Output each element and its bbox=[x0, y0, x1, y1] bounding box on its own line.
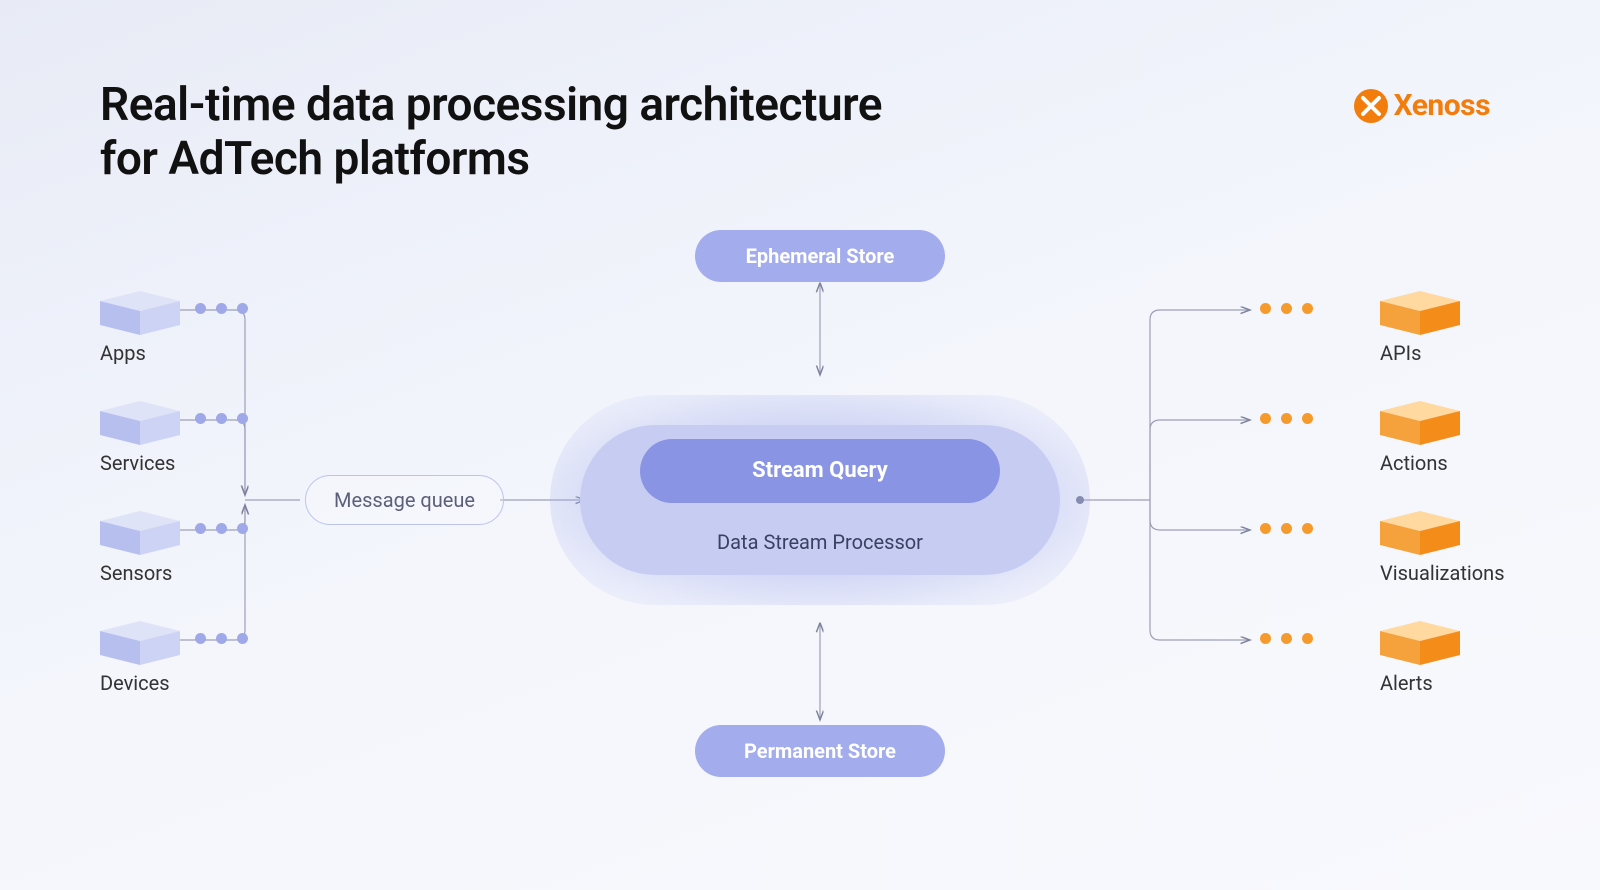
message-queue-label: Message queue bbox=[334, 488, 475, 512]
sink-label: Alerts bbox=[1380, 671, 1520, 695]
stream-query-node: Stream Query bbox=[640, 439, 1000, 503]
title-line-2: for AdTech platforms bbox=[100, 132, 530, 186]
sink-dots-icon bbox=[1260, 303, 1313, 314]
processor-label: Data Stream Processor bbox=[717, 530, 923, 554]
source-dots-icon bbox=[195, 413, 248, 424]
sink-dots-icon bbox=[1260, 523, 1313, 534]
source-dots-icon bbox=[195, 523, 248, 534]
message-queue-node: Message queue bbox=[305, 475, 504, 525]
sink-label: Visualizations bbox=[1380, 561, 1520, 585]
source-label: Services bbox=[100, 451, 175, 475]
sink-label: APIs bbox=[1380, 341, 1520, 365]
sink-label: Actions bbox=[1380, 451, 1520, 475]
stream-query-label: Stream Query bbox=[752, 458, 888, 483]
source-dots-icon bbox=[195, 633, 248, 644]
source-dots-icon bbox=[195, 303, 248, 314]
brand-name: Xenoss bbox=[1394, 88, 1490, 123]
title-line-1: Real-time data processing architecture bbox=[100, 78, 882, 132]
permanent-store-label: Permanent Store bbox=[744, 739, 896, 763]
ephemeral-store-node: Ephemeral Store bbox=[695, 230, 945, 282]
brand-logo-mark bbox=[1354, 89, 1388, 123]
data-stream-processor-node: Stream Query Data Stream Processor bbox=[550, 395, 1090, 605]
sink-dots-icon bbox=[1260, 413, 1313, 424]
source-label: Apps bbox=[100, 341, 146, 365]
page-title: Real-time data processing architecture f… bbox=[100, 78, 882, 187]
permanent-store-node: Permanent Store bbox=[695, 725, 945, 777]
ephemeral-store-label: Ephemeral Store bbox=[746, 244, 895, 268]
architecture-diagram: Apps Services Sensors Devices APIs Actio… bbox=[0, 230, 1600, 850]
source-label: Devices bbox=[100, 671, 170, 695]
source-label: Sensors bbox=[100, 561, 172, 585]
sink-dots-icon bbox=[1260, 633, 1313, 644]
brand-logo: Xenoss bbox=[1354, 88, 1490, 123]
